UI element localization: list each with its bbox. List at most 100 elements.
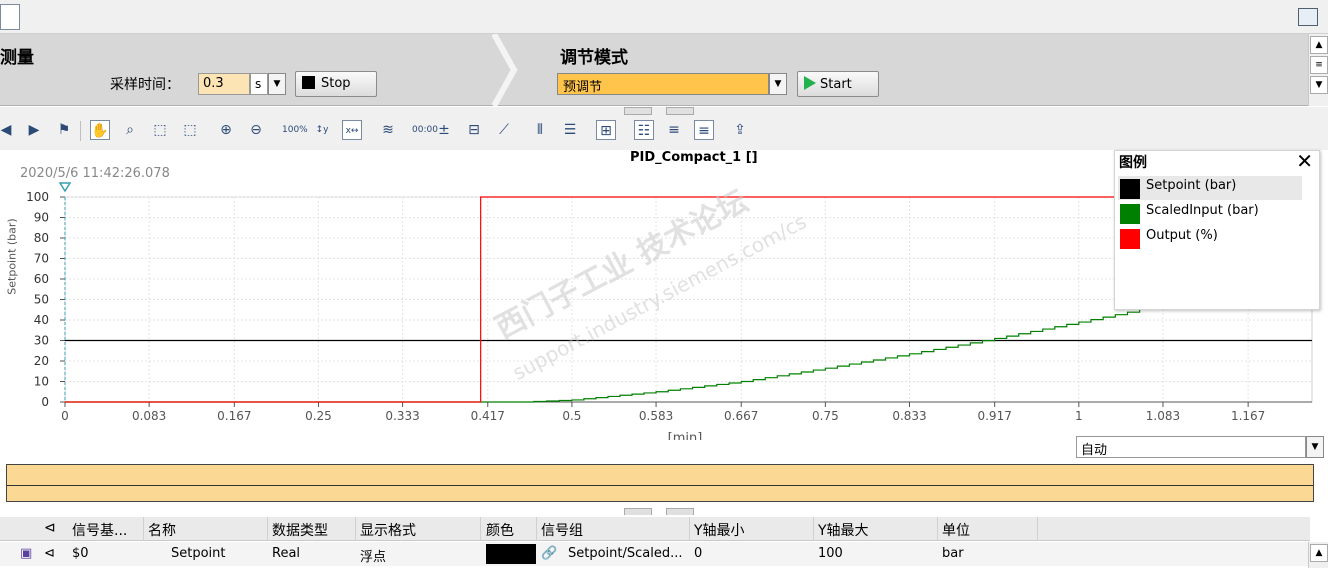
unit-dropdown-icon[interactable]: ▼ [268, 73, 286, 95]
horizontal-measure-cursor-icon[interactable]: ☰ [560, 120, 580, 140]
time-axis-icon[interactable]: 00:00 [412, 120, 438, 140]
measure-title: 测量 [0, 48, 34, 68]
collapse-down-tab[interactable] [666, 107, 694, 115]
zoom-x-100-icon[interactable]: x↔ [342, 120, 362, 140]
insert-cursor-icon[interactable]: ⊞ [596, 120, 616, 140]
chart-toolbar: ◀ ▶ ⚑ ✋ ⌕ ⬚ ⬚ ⊕ ⊖ 100% ↕y x↔ ≋ 00:00 ± ⊟… [0, 107, 1328, 151]
zoom-100-icon[interactable]: 100% [282, 120, 308, 140]
x-tick-label: 0.833 [892, 409, 926, 423]
col-header-group[interactable]: 信号组 [541, 520, 583, 540]
scroll-down-icon[interactable]: ▼ [1310, 76, 1328, 94]
diagonal-view-icon[interactable]: ⟋ [494, 120, 514, 140]
y-tick-label: 10 [34, 375, 49, 389]
window-layout-icon[interactable] [1298, 8, 1318, 26]
scroll-up-icon[interactable]: ▲ [1310, 36, 1328, 54]
align-right-icon[interactable]: ≡ [694, 120, 714, 140]
y-tick-label: 20 [34, 354, 49, 368]
panel-scrollbar[interactable]: ▲ ≡ ▼ [1308, 34, 1328, 106]
col-header-datatype[interactable]: 数据类型 [272, 520, 328, 540]
col-header-ymin[interactable]: Y轴最小 [694, 520, 745, 540]
sample-time-unit[interactable]: s [250, 73, 268, 95]
zoom-vertical-icon[interactable]: ⬚ [180, 120, 200, 140]
table-row[interactable]: ▣ ⊲ $0 Setpoint Real 浮点 🔗 Setpoint/Scale… [0, 542, 1310, 566]
cell-datatype: Real [272, 546, 301, 561]
legend-toggle-icon[interactable]: ☷ [634, 120, 654, 140]
time-marker-icon[interactable] [58, 182, 72, 193]
legend-title: 图例 [1119, 155, 1147, 171]
legend-item-scaledinput[interactable]: ScaledInput (bar) [1118, 201, 1302, 225]
tuning-mode-select[interactable]: 预调节 [557, 73, 769, 95]
y-tick-label: 0 [41, 395, 49, 409]
table-header: ⊲ 信号基... 名称 数据类型 显示格式 颜色 信号组 Y轴最小 Y轴最大 单… [0, 517, 1310, 541]
x-tick-label: 0.333 [385, 409, 419, 423]
zoom-out-icon[interactable]: ⊖ [246, 120, 266, 140]
axis-scale-dropdown-icon[interactable]: ▼ [1306, 436, 1324, 458]
x-tick-label: 0.167 [217, 409, 251, 423]
flag-icon[interactable]: ⚑ [54, 120, 74, 140]
collapse-up-tab[interactable] [624, 107, 652, 115]
zoom-y-100-icon[interactable]: ↕y [312, 120, 332, 140]
legend-item-label: ScaledInput (bar) [1146, 203, 1259, 218]
signal-visibility-header-icon[interactable]: ⊲ [44, 520, 56, 536]
time-axis-dropdown-icon[interactable]: ± [434, 120, 454, 140]
legend-close-icon[interactable]: ✕ [1296, 149, 1313, 173]
cell-name[interactable]: Setpoint [171, 546, 226, 561]
table-scroll-up-icon[interactable]: ▲ [1310, 544, 1328, 562]
col-header-name[interactable]: 名称 [148, 520, 176, 540]
x-axis-label: [min] [668, 431, 703, 440]
x-tick-label: 1.083 [1146, 409, 1180, 423]
x-tick-label: 0.917 [977, 409, 1011, 423]
legend-item-output[interactable]: Output (%) [1118, 226, 1302, 250]
forward-icon[interactable]: ▶ [24, 120, 44, 140]
sample-time-input[interactable]: 0.3 [198, 73, 250, 95]
overview-range-bar[interactable] [6, 464, 1314, 502]
vertical-measure-cursor-icon[interactable]: ⫴ [530, 120, 550, 140]
x-tick-label: 0.583 [639, 409, 673, 423]
y-tick-label: 30 [34, 334, 49, 348]
cell-group[interactable]: Setpoint/Scaled... [568, 546, 683, 561]
zoom-region-icon[interactable]: ⬚ [150, 120, 170, 140]
x-axis: 0 0.083 0.167 0.25 0.333 0.417 0.5 0.583 0.667 0.… [61, 401, 1312, 440]
stop-button[interactable]: Stop [295, 71, 377, 97]
zoom-in-icon[interactable]: ⊕ [216, 120, 236, 140]
legend-item-label: Setpoint (bar) [1146, 178, 1237, 193]
signal-visibility-icon[interactable]: ⊲ [44, 546, 55, 561]
col-header-format[interactable]: 显示格式 [360, 520, 416, 540]
axis-scale-mode-select[interactable]: 自动 [1076, 436, 1306, 458]
col-header-color[interactable]: 颜色 [486, 520, 514, 540]
legend-item-setpoint[interactable]: Setpoint (bar) [1118, 176, 1302, 200]
back-icon[interactable]: ◀ [0, 120, 16, 140]
tuning-mode-title: 调节模式 [560, 48, 628, 68]
x-tick-label: 0.083 [132, 409, 166, 423]
title-bar [0, 0, 1328, 34]
cell-format[interactable]: 浮点 [360, 546, 386, 565]
trace-app-icon[interactable] [0, 4, 20, 30]
cell-color-swatch[interactable] [486, 544, 536, 564]
trend-chart[interactable]: 2020/5/6 11:42:26.078 PID_Compact_1 [] S… [0, 149, 1328, 462]
legend-panel[interactable]: 图例 ✕ Setpoint (bar) ScaledInput (bar) Ou… [1114, 149, 1320, 310]
zoom-select-icon[interactable]: ⌕ [120, 120, 140, 140]
start-button[interactable]: Start [797, 71, 879, 97]
x-tick-label: 1 [1075, 409, 1083, 423]
export-icon[interactable]: ⇪ [730, 120, 750, 140]
step-chevron-icon [492, 34, 518, 106]
align-left-icon[interactable]: ≡ [664, 120, 684, 140]
scroll-menu-icon[interactable]: ≡ [1310, 56, 1328, 74]
start-play-icon [804, 76, 816, 90]
col-header-ymax[interactable]: Y轴最大 [818, 520, 869, 540]
trace-view-icon[interactable]: ⊟ [464, 120, 484, 140]
cell-ymax[interactable]: 100 [818, 546, 843, 561]
legend-item-label: Output (%) [1146, 228, 1218, 243]
tuning-mode-dropdown-icon[interactable]: ▼ [769, 73, 787, 95]
hand-pan-icon[interactable]: ✋ [90, 120, 110, 140]
cell-ymin[interactable]: 0 [694, 546, 702, 561]
overview-panel [0, 461, 1328, 516]
y-tick-label: 100 [26, 190, 49, 204]
start-button-label: Start [820, 77, 852, 92]
table-scrollbar[interactable]: ▲ [1308, 542, 1328, 568]
col-header-unit[interactable]: 单位 [942, 520, 970, 540]
fit-chart-icon[interactable]: ≋ [378, 120, 398, 140]
col-header-base[interactable]: 信号基... [72, 520, 127, 540]
y-tick-label: 70 [34, 252, 49, 266]
cell-base: $0 [72, 546, 89, 561]
